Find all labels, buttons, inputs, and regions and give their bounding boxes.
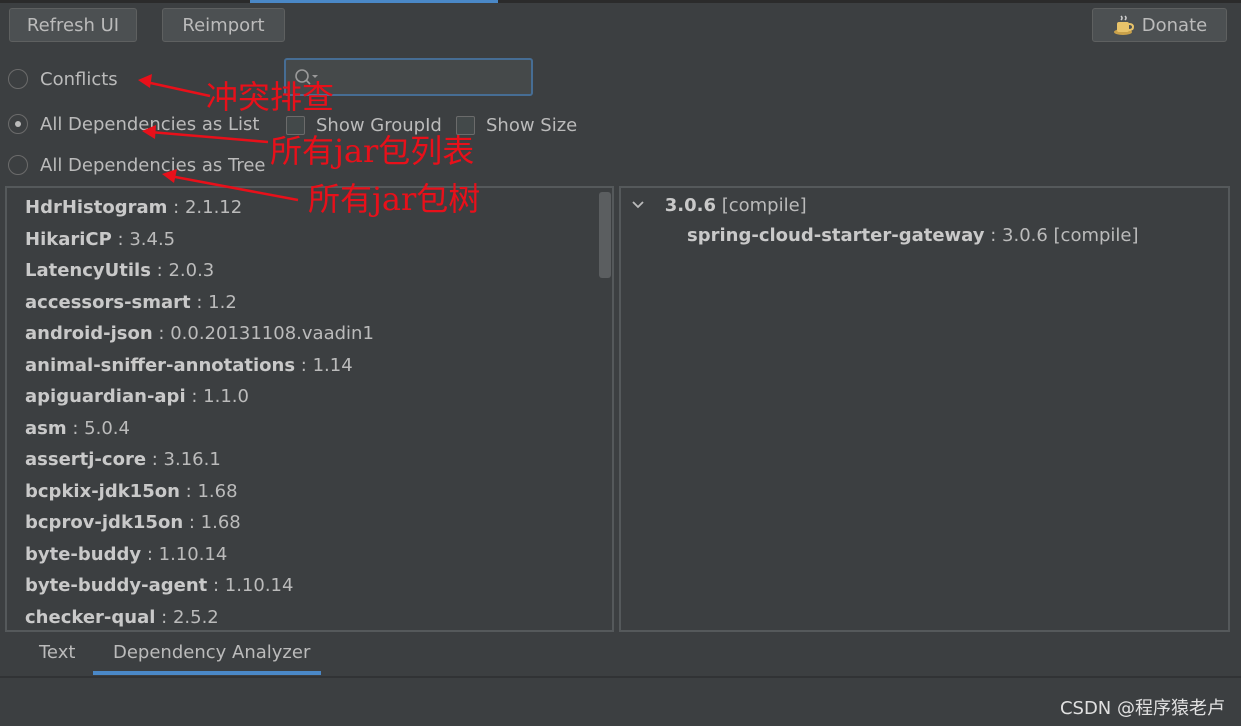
dependency-separator: : [111,228,130,250]
dependency-separator: : [179,480,198,502]
dependency-version: 1.68 [197,480,238,502]
dependency-name: android-json [25,323,153,344]
dependency-name: accessors-smart [25,291,191,313]
dependency-separator: : [295,354,313,376]
tab-text[interactable]: Text [39,642,75,663]
dependency-version: 1.2 [208,291,237,313]
dependency-version: 1.14 [312,354,353,376]
dependency-separator: : [150,260,169,281]
dependency-name: assertj-core [25,449,147,470]
dependency-separator: : [141,543,159,565]
watermark: CSDN @程序猿老卢 [1059,698,1225,719]
list-item[interactable]: bcprov-jdk15on : 1.68 [25,509,241,537]
status-bar: CSDN @程序猿老卢 [0,676,1241,726]
dependency-version: 2.5.2 [172,606,219,628]
dependency-name: animal-sniffer-annotations [25,354,296,376]
list-item[interactable]: apiguardian-api : 1.1.0 [25,383,249,411]
annotation-list: 所有jar包列表 [270,132,475,170]
dependency-version: 3.16.1 [163,449,221,470]
dependency-separator: : [152,323,171,344]
dependency-name: bcpkix-jdk15on [25,480,180,502]
dependency-version: 1.10.14 [224,575,294,596]
dependency-version: 2.0.3 [168,260,215,281]
tool-window-tabs: Text Dependency Analyzer [0,632,1241,676]
dependency-name: byte-buddy [25,543,142,565]
tree-child-detail: 3.0.6 [compile] [1002,225,1139,246]
list-item[interactable]: animal-sniffer-annotations : 1.14 [25,352,353,380]
list-item[interactable]: HikariCP : 3.4.5 [25,226,175,254]
tree-root-node[interactable]: 3.0.6 [compile] [631,192,807,220]
tree-child-name: spring-cloud-starter-gateway [687,225,985,246]
dependency-name: bcprov-jdk15on [25,512,184,533]
dependency-version: 1.1.0 [203,386,249,407]
dependency-name: HikariCP [25,228,112,250]
annotation-conflicts: 冲突排查 [206,78,335,116]
dependency-version: 1.68 [200,512,241,533]
dependency-separator: : [185,386,204,407]
dependency-separator: : [66,417,85,439]
list-item[interactable]: android-json : 0.0.20131108.vaadin1 [25,320,374,348]
dependency-separator: : [146,449,164,470]
list-item[interactable]: LatencyUtils : 2.0.3 [25,257,214,285]
list-item[interactable]: byte-buddy-agent : 1.10.14 [25,572,293,600]
dependency-separator: : [190,291,209,313]
dependency-version: 1.10.14 [158,543,228,565]
list-item[interactable]: byte-buddy : 1.10.14 [25,541,227,569]
tree-child-node[interactable]: spring-cloud-starter-gateway : 3.0.6 [co… [687,222,1139,250]
tree-root-version: 3.0.6 [664,195,716,216]
dependency-separator: : [155,606,173,628]
annotation-tree: 所有jar包树 [308,180,481,218]
dependency-name: LatencyUtils [25,260,151,281]
tree-child-separator: : [984,225,1003,246]
list-item[interactable]: assertj-core : 3.16.1 [25,446,221,474]
list-item[interactable]: bcpkix-jdk15on : 1.68 [25,478,238,506]
donate-button[interactable]: Donate [1092,8,1227,42]
dependency-name: asm [25,417,67,439]
coffee-icon [1113,15,1134,35]
dependency-list[interactable]: checker-qual : 2.5.2 byte-buddy-agent : 1… [5,186,614,632]
dependency-version: 0.0.20131108.vaadin1 [170,323,374,344]
dependency-separator: : [207,575,225,596]
donate-label: Donate [1141,14,1208,36]
active-tab-indicator [93,671,321,675]
dependency-name: byte-buddy-agent [25,575,208,596]
list-item[interactable]: checker-qual : 2.5.2 [25,604,219,631]
tab-dependency-analyzer[interactable]: Dependency Analyzer [113,642,310,663]
list-item[interactable]: asm : 5.0.4 [25,415,130,443]
tree-root-scope: [compile] [721,195,807,216]
dependency-tree[interactable]: 3.0.6 [compile] spring-cloud-starter-gat… [619,186,1230,632]
dependency-separator: : [183,512,201,533]
chevron-down-icon[interactable] [631,198,645,212]
dependency-name: apiguardian-api [25,386,186,407]
dependency-name: checker-qual [25,606,156,628]
list-item[interactable]: accessors-smart : 1.2 [25,289,237,317]
dependency-version: 3.4.5 [129,228,176,250]
dependency-version: 5.0.4 [84,417,130,439]
